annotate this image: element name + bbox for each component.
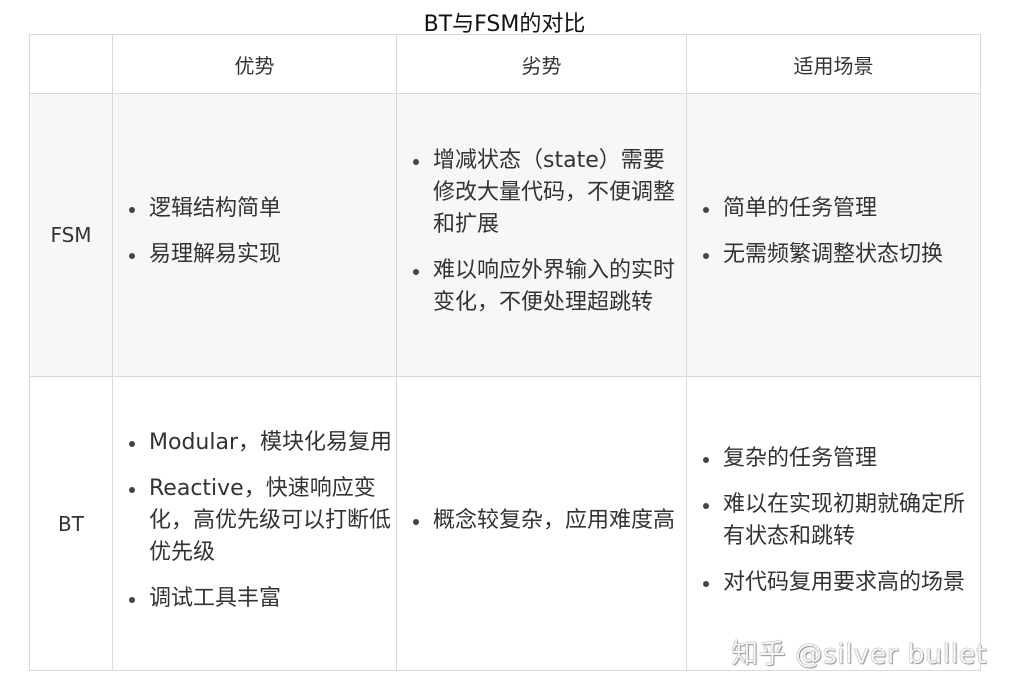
fsm-advantages-list: 逻辑结构简单 易理解易实现 — [113, 193, 396, 271]
table-row-fsm: FSM 逻辑结构简单 易理解易实现 增减状态（state）需要修改大量代码，不便… — [29, 93, 981, 377]
bt-scenarios-list: 复杂的任务管理 难以在实现初期就确定所有状态和跳转 对代码复用要求高的场景 — [687, 443, 980, 599]
list-item: 无需频繁调整状态切换 — [703, 239, 980, 271]
fsm-scenarios-list: 简单的任务管理 无需频繁调整状态切换 — [687, 193, 980, 271]
fsm-disadvantages-list: 增减状态（state）需要修改大量代码，不便调整和扩展 难以响应外界输入的实时变… — [397, 145, 686, 319]
fsm-scenarios-cell: 简单的任务管理 无需频繁调整状态切换 — [686, 93, 981, 377]
comparison-table: 优势 劣势 适用场景 FSM 逻辑结构简单 易理解易实现 增减状态（state）… — [29, 34, 981, 671]
header-row: 优势 劣势 适用场景 — [29, 34, 981, 94]
table-row-bt: BT Modular，模块化易复用 Reactive，快速响应变化，高优先级可以… — [29, 376, 981, 671]
list-item: 易理解易实现 — [129, 239, 396, 271]
header-corner — [29, 34, 113, 94]
bt-advantages-cell: Modular，模块化易复用 Reactive，快速响应变化，高优先级可以打断低… — [112, 376, 397, 671]
list-item: 逻辑结构简单 — [129, 193, 396, 225]
bt-disadvantages-list: 概念较复杂，应用难度高 — [397, 505, 686, 537]
list-item: Modular，模块化易复用 — [129, 427, 396, 459]
list-item: 增减状态（state）需要修改大量代码，不便调整和扩展 — [413, 145, 686, 241]
row-label-fsm: FSM — [29, 93, 113, 377]
list-item: 复杂的任务管理 — [703, 443, 980, 475]
list-item: Reactive，快速响应变化，高优先级可以打断低优先级 — [129, 473, 396, 569]
header-advantages: 优势 — [112, 34, 397, 94]
bt-scenarios-cell: 复杂的任务管理 难以在实现初期就确定所有状态和跳转 对代码复用要求高的场景 — [686, 376, 981, 671]
header-disadvantages: 劣势 — [396, 34, 687, 94]
watermark: 知乎 @silver bullet — [731, 639, 987, 670]
list-item: 难以在实现初期就确定所有状态和跳转 — [703, 489, 980, 553]
row-label-bt: BT — [29, 376, 113, 671]
list-item: 难以响应外界输入的实时变化，不便处理超跳转 — [413, 255, 686, 319]
fsm-advantages-cell: 逻辑结构简单 易理解易实现 — [112, 93, 397, 377]
list-item: 简单的任务管理 — [703, 193, 980, 225]
fsm-disadvantages-cell: 增减状态（state）需要修改大量代码，不便调整和扩展 难以响应外界输入的实时变… — [396, 93, 687, 377]
list-item: 概念较复杂，应用难度高 — [413, 505, 686, 537]
bt-disadvantages-cell: 概念较复杂，应用难度高 — [396, 376, 687, 671]
bt-advantages-list: Modular，模块化易复用 Reactive，快速响应变化，高优先级可以打断低… — [113, 427, 396, 615]
header-scenarios: 适用场景 — [686, 34, 981, 94]
list-item: 调试工具丰富 — [129, 583, 396, 615]
list-item: 对代码复用要求高的场景 — [703, 567, 980, 599]
